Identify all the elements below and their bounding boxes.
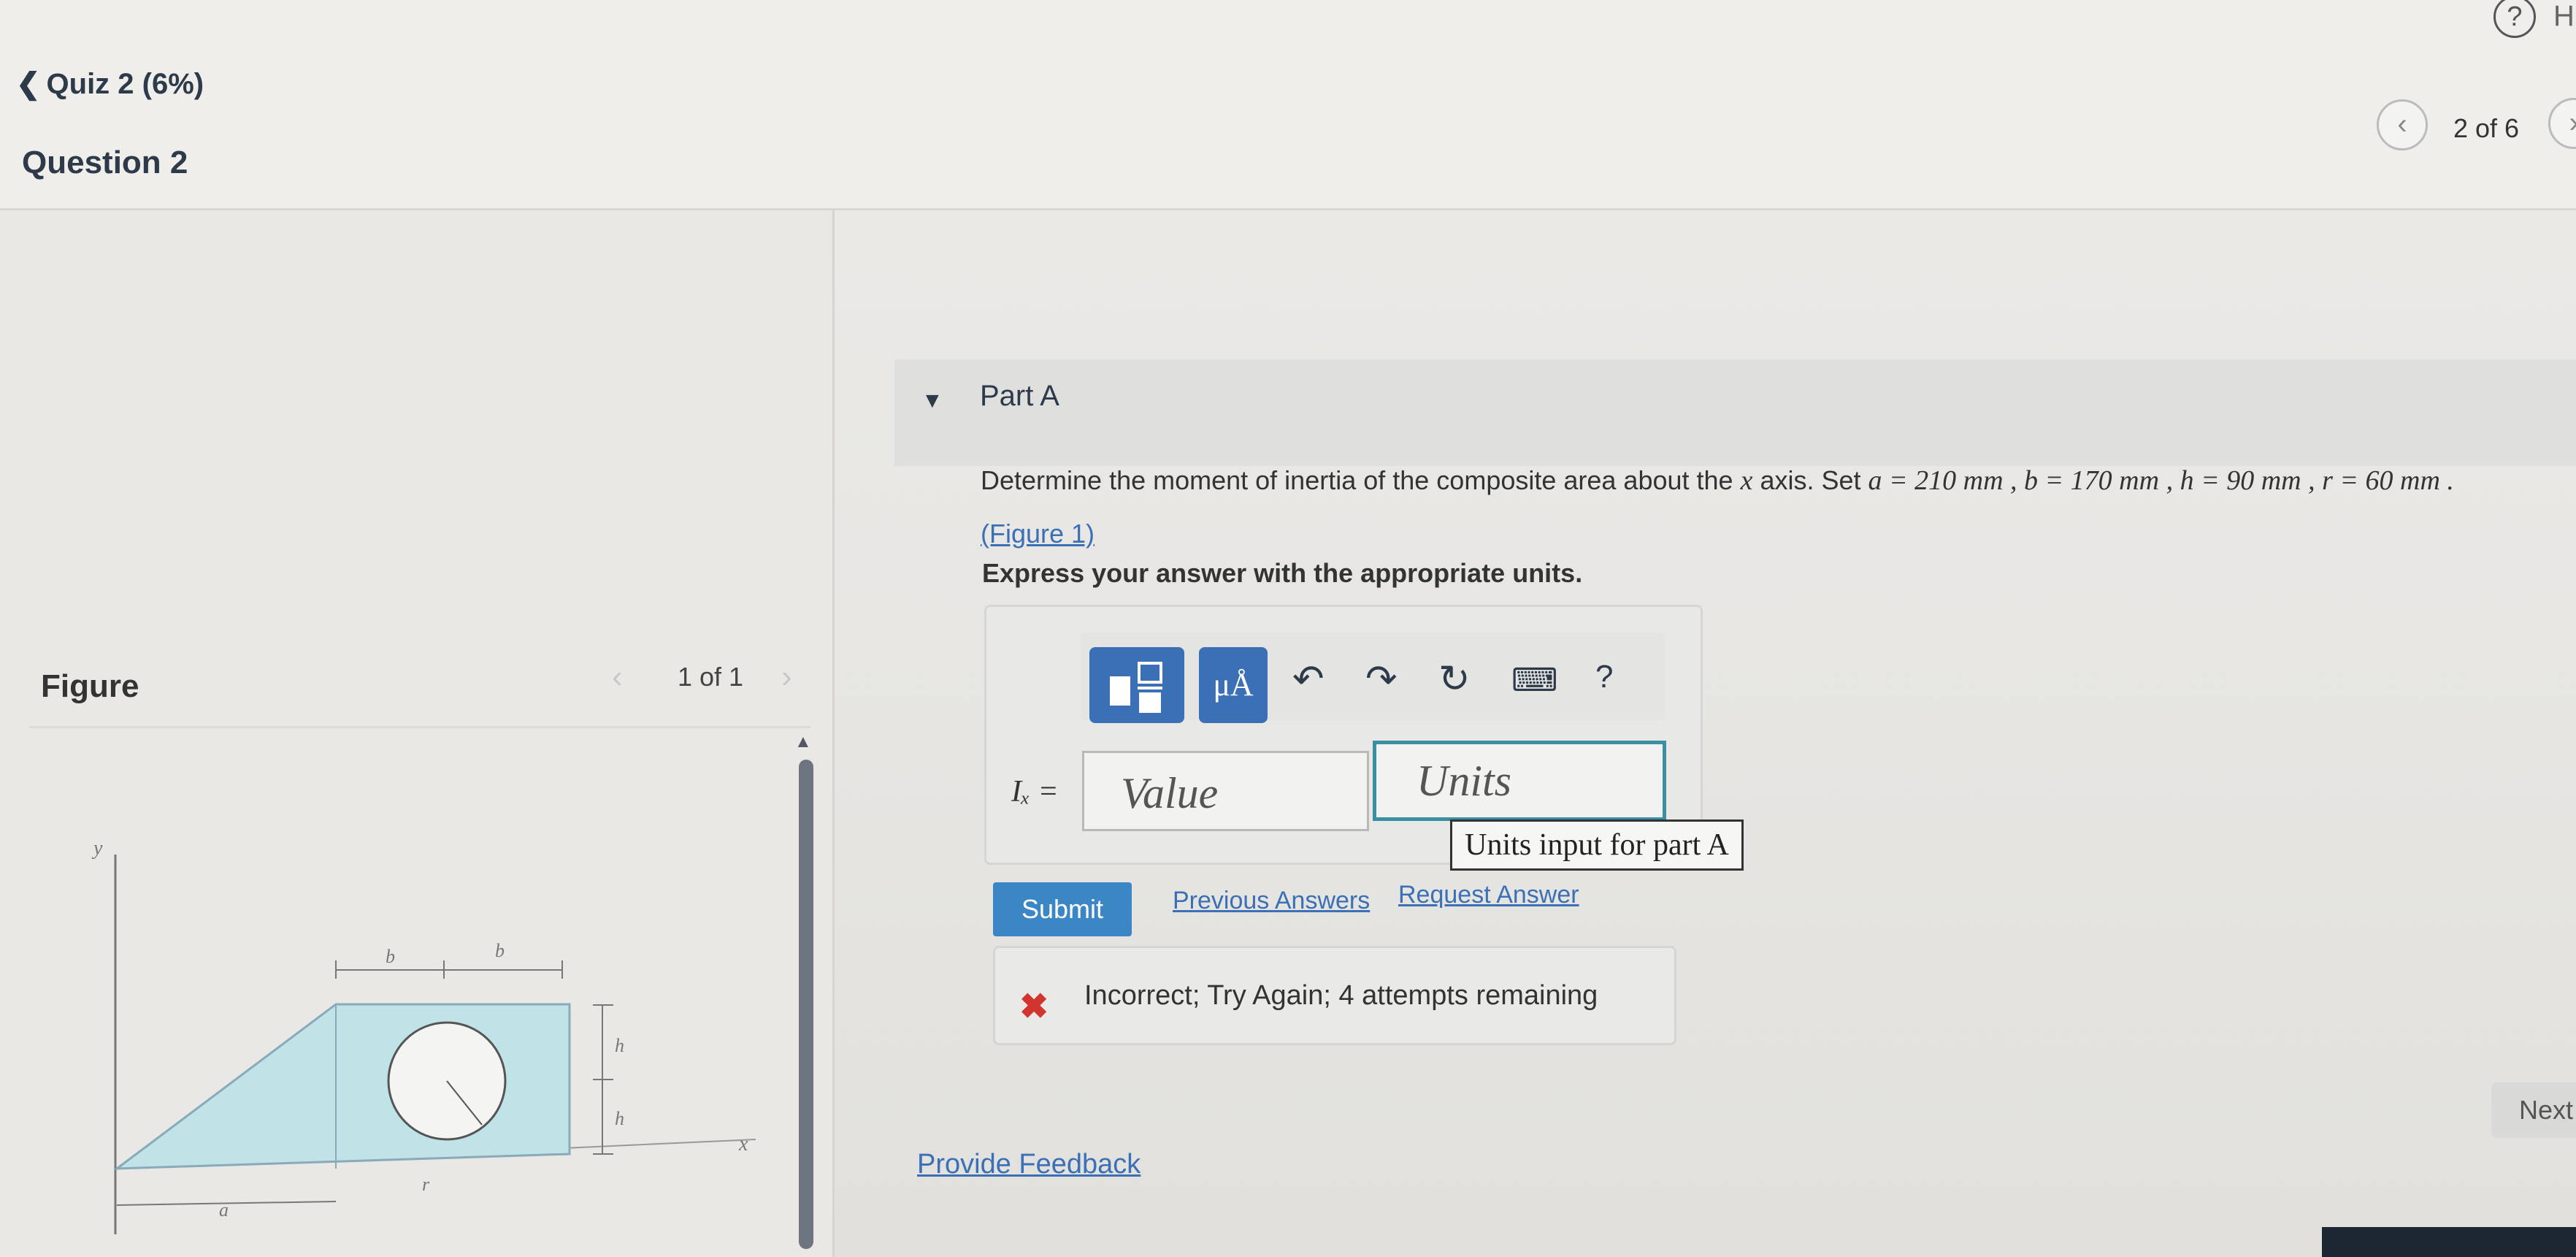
incorrect-x-icon: ✖ — [1019, 987, 1049, 1026]
dim-b2-label: b — [495, 940, 505, 961]
chevron-left-icon: ‹ — [2397, 108, 2407, 140]
templates-button[interactable] — [1089, 647, 1184, 723]
part-a-header[interactable] — [894, 359, 2576, 466]
question-mid: axis. Set — [1752, 465, 1868, 495]
chevron-right-icon: › — [2569, 107, 2576, 139]
figure-label: Figure — [41, 668, 139, 704]
previous-answers-link[interactable]: Previous Answers — [1173, 887, 1370, 915]
chevron-left-icon: ❮ — [16, 68, 41, 100]
question-prefix: Determine the moment of inertia of the c… — [981, 465, 1741, 495]
submit-button[interactable]: Submit — [993, 882, 1132, 936]
previous-question-button[interactable]: ‹ — [2377, 99, 2428, 150]
provide-feedback-link[interactable]: Provide Feedback — [917, 1149, 1141, 1180]
value-input[interactable]: Value — [1082, 751, 1369, 831]
x-axis-label: x — [738, 1133, 748, 1155]
part-a-title[interactable]: Part A — [980, 380, 1059, 413]
scroll-up-icon[interactable]: ▲ — [794, 732, 812, 752]
figure-pager: 1 of 1 — [678, 662, 744, 692]
question-text: Determine the moment of inertia of the c… — [981, 465, 2454, 497]
composite-area-figure: y x b b h h a r — [91, 837, 756, 1234]
dim-r-label: r — [422, 1174, 430, 1195]
question-title: Question 2 — [22, 145, 188, 180]
question-params: a = 210 mm , b = 170 mm , h = 90 mm , r … — [1868, 465, 2454, 496]
help-button[interactable]: ? — [1595, 659, 1613, 695]
back-to-quiz-link[interactable]: ❮ Quiz 2 (6%) — [16, 67, 204, 101]
back-link-label: Quiz 2 (6%) — [46, 67, 204, 100]
fraction-template-icon — [1110, 662, 1162, 713]
dim-h2-label: h — [615, 1108, 624, 1129]
dim-a-label: a — [219, 1199, 229, 1220]
question-pager: 2 of 6 — [2453, 113, 2520, 143]
caret-down-icon[interactable]: ▼ — [921, 389, 943, 413]
undo-icon[interactable]: ↶ — [1292, 657, 1325, 701]
units-tooltip: Units input for part A — [1450, 819, 1744, 871]
figure-divider — [29, 726, 810, 728]
ix-label: Iₓ = — [1011, 775, 1059, 809]
bottom-bar — [2322, 1227, 2576, 1257]
keyboard-icon[interactable]: ⌨ — [1511, 662, 1558, 699]
units-input[interactable]: Units — [1373, 741, 1666, 821]
feedback-message: Incorrect; Try Again; 4 attempts remaini… — [1084, 980, 1598, 1011]
help-label[interactable]: H — [2553, 0, 2575, 33]
dim-b1-label: b — [386, 946, 395, 967]
redo-icon[interactable]: ↷ — [1365, 657, 1398, 701]
express-instructions: Express your answer with the appropriate… — [982, 558, 1583, 588]
y-axis-label: y — [91, 837, 103, 860]
units-button[interactable]: μÅ — [1199, 647, 1268, 723]
figure-prev-button[interactable]: ‹ — [612, 659, 623, 695]
reset-icon[interactable]: ↻ — [1438, 657, 1471, 701]
dim-h1-label: h — [615, 1035, 624, 1056]
question-axis: x — [1740, 465, 1753, 496]
request-answer-link[interactable]: Request Answer — [1398, 881, 1579, 909]
next-button[interactable]: Next — [2491, 1082, 2576, 1138]
figure-1-link[interactable]: (Figure 1) — [981, 519, 1095, 549]
top-bar — [0, 0, 2576, 210]
figure-next-button[interactable]: › — [781, 659, 792, 695]
figure-scrollbar[interactable] — [799, 760, 813, 1249]
